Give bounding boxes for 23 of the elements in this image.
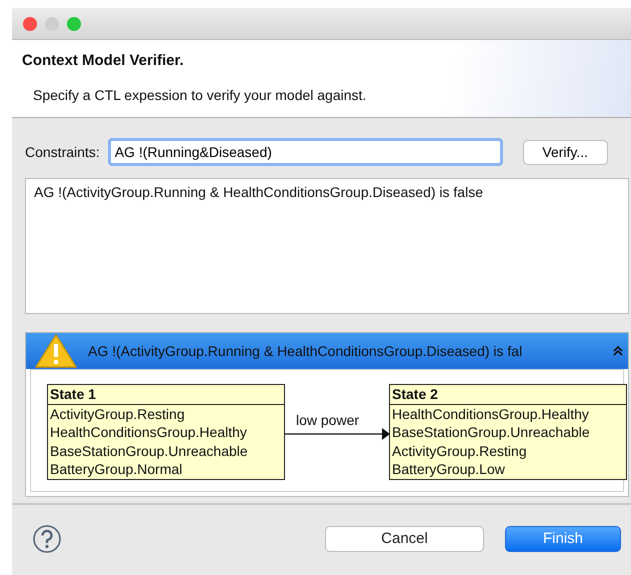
constraints-field[interactable]: AG !(Running&Diseased) [108, 138, 503, 166]
state-variable: ActivityGroup.Resting [49, 404, 186, 423]
cancel-button[interactable]: Cancel [325, 526, 484, 552]
dialog-title: Context Model Verifier. [22, 51, 185, 71]
state-variable: ActivityGroup.Resting [391, 442, 528, 460]
output-text-area[interactable]: AG !(ActivityGroup.Running & HealthConditionsGroup.Diseased) is false [25, 178, 629, 314]
dialog-description: Specify a CTL expession to verify your model against. [32, 86, 368, 105]
state-variable: BatteryGroup.Low [391, 460, 506, 478]
state-variable: BatteryGroup.Normal [49, 460, 184, 478]
state-title: State 1 [48, 385, 284, 404]
verify-button[interactable]: Verify... [522, 140, 608, 164]
constraints-label: Constraints: [25, 142, 100, 162]
state-variable: HealthConditionsGroup.Healthy [391, 404, 590, 423]
transition-label: low power [296, 412, 360, 428]
zoom-button[interactable] [67, 16, 81, 30]
collapse-icon[interactable] [612, 345, 624, 357]
help-icon[interactable] [32, 524, 62, 554]
state-variable: HealthConditionsGroup.Healthy [49, 423, 248, 442]
close-button[interactable] [23, 16, 37, 30]
state-variable: BaseStationGroup.Unreachable [49, 442, 249, 460]
state-variable: BaseStationGroup.Unreachable [391, 423, 591, 442]
result-message: AG !(ActivityGroup.Running & HealthConditionsGroup.Diseased) is fal [88, 342, 522, 361]
state-title: State 2 [390, 385, 626, 404]
